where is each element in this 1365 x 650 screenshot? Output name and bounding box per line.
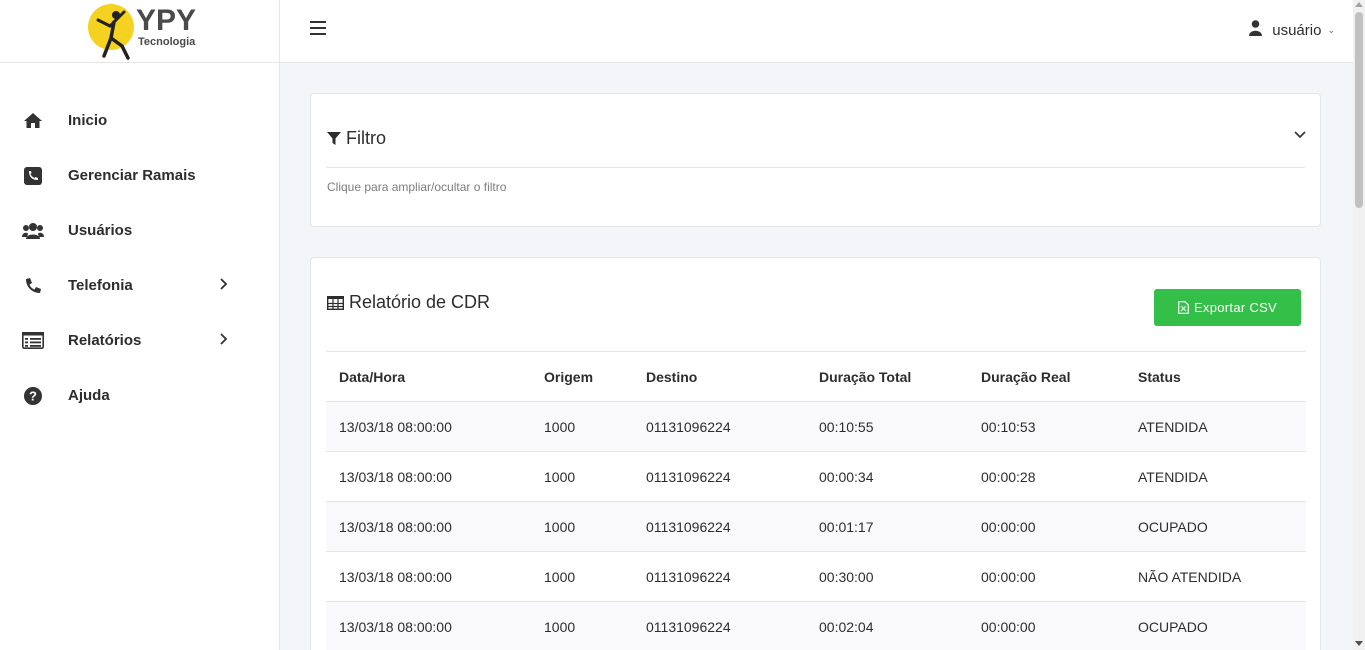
filter-title: Filtro	[346, 128, 386, 148]
chevron-down-icon: ⌄	[1327, 25, 1335, 35]
table-icon	[327, 295, 344, 310]
table-cell: 00:00:00	[968, 501, 1125, 552]
table-cell: 01131096224	[633, 451, 806, 502]
export-csv-label: Exportar CSV	[1193, 300, 1278, 315]
chevron-right-icon	[218, 332, 228, 350]
table-cell: 01131096224	[633, 501, 806, 552]
list-alt-icon	[22, 331, 44, 351]
sidebar: YPY Tecnologia Inicio Gerenciar Ramais U…	[0, 0, 280, 650]
table-cell: 00:30:00	[806, 551, 968, 602]
svg-text:?: ?	[29, 388, 37, 403]
table-header-row: Data/Hora Origem Destino Duração Total D…	[326, 351, 1306, 402]
table-cell: 00:00:00	[968, 551, 1125, 602]
table-cell: 13/03/18 08:00:00	[326, 601, 531, 650]
sidebar-nav: Inicio Gerenciar Ramais Usuários Telefon…	[0, 93, 279, 423]
table-cell: 13/03/18 08:00:00	[326, 501, 531, 552]
filter-hint[interactable]: Clique para ampliar/ocultar o filtro	[327, 180, 506, 194]
scrollbar-thumb[interactable]	[1355, 12, 1363, 208]
table-row[interactable]: 13/03/18 08:00:00 1000 01131096224 00:30…	[326, 551, 1306, 602]
home-icon	[22, 111, 44, 131]
ypy-logo[interactable]: YPY Tecnologia	[88, 4, 203, 60]
column-header[interactable]: Destino	[633, 351, 806, 402]
column-header[interactable]: Duração Real	[968, 351, 1125, 402]
table-cell: 1000	[531, 451, 633, 502]
column-header[interactable]: Data/Hora	[326, 351, 531, 402]
table-cell: 00:10:55	[806, 401, 968, 452]
logo-subtitle: Tecnologia	[138, 36, 196, 48]
page-scrollbar[interactable]	[1353, 0, 1365, 650]
column-header[interactable]: Status	[1125, 351, 1306, 402]
user-menu[interactable]: usuário ⌄	[1249, 20, 1335, 41]
logo-area: YPY Tecnologia	[0, 0, 279, 63]
table-cell: 00:00:00	[968, 601, 1125, 650]
filter-card: Filtro Clique para ampliar/ocultar o fil…	[310, 93, 1321, 227]
table-cell: 01131096224	[633, 601, 806, 650]
phone-icon	[22, 276, 44, 296]
sidebar-item-ajuda[interactable]: ? Ajuda	[0, 368, 279, 423]
table-row[interactable]: 13/03/18 08:00:00 1000 01131096224 00:01…	[326, 501, 1306, 552]
report-title: Relatório de CDR	[349, 292, 491, 312]
cdr-table: Data/Hora Origem Destino Duração Total D…	[326, 351, 1306, 650]
sidebar-item-label: Relatórios	[68, 332, 142, 349]
column-header[interactable]: Origem	[531, 351, 633, 402]
sidebar-item-label: Telefonia	[68, 277, 133, 294]
table-cell: 1000	[531, 401, 633, 452]
table-cell: 00:00:34	[806, 451, 968, 502]
topbar: usuário ⌄	[280, 0, 1353, 63]
sidebar-item-usuarios[interactable]: Usuários	[0, 203, 279, 258]
table-cell: 13/03/18 08:00:00	[326, 451, 531, 502]
hamburger-menu-icon[interactable]	[310, 21, 326, 35]
sidebar-item-relatorios[interactable]: Relatórios	[0, 313, 279, 368]
logo-figure-icon	[96, 10, 130, 60]
table-row[interactable]: 13/03/18 08:00:00 1000 01131096224 00:10…	[326, 401, 1306, 452]
table-cell: OCUPADO	[1125, 601, 1306, 650]
users-icon	[22, 221, 44, 241]
filter-icon	[327, 131, 341, 145]
table-cell: NÃO ATENDIDA	[1125, 551, 1306, 602]
sidebar-item-label: Ajuda	[68, 387, 110, 404]
filter-toggle-chevron-icon[interactable]	[1294, 127, 1306, 145]
sidebar-item-gerenciar-ramais[interactable]: Gerenciar Ramais	[0, 148, 279, 203]
table-cell: 1000	[531, 601, 633, 650]
table-cell: 13/03/18 08:00:00	[326, 401, 531, 452]
sidebar-item-label: Usuários	[68, 222, 133, 239]
phone-square-icon	[22, 166, 44, 186]
table-cell: 13/03/18 08:00:00	[326, 551, 531, 602]
table-cell: 01131096224	[633, 401, 806, 452]
column-header[interactable]: Duração Total	[806, 351, 968, 402]
table-cell: OCUPADO	[1125, 501, 1306, 552]
table-cell: 00:00:28	[968, 451, 1125, 502]
table-row[interactable]: 13/03/18 08:00:00 1000 01131096224 00:00…	[326, 451, 1306, 502]
table-cell: ATENDIDA	[1125, 451, 1306, 502]
table-cell: ATENDIDA	[1125, 401, 1306, 452]
user-icon	[1249, 20, 1263, 41]
filter-header[interactable]: Filtro	[327, 128, 386, 149]
file-excel-icon	[1178, 301, 1189, 314]
chevron-right-icon	[218, 277, 228, 295]
table-cell: 00:02:04	[806, 601, 968, 650]
report-card: Relatório de CDR Exportar CSV Data/Hora …	[310, 257, 1321, 650]
export-csv-button[interactable]: Exportar CSV	[1154, 289, 1301, 326]
table-cell: 1000	[531, 501, 633, 552]
table-cell: 01131096224	[633, 551, 806, 602]
question-circle-icon: ?	[22, 386, 44, 406]
table-cell: 00:10:53	[968, 401, 1125, 452]
sidebar-item-label: Inicio	[68, 112, 108, 129]
table-cell: 1000	[531, 551, 633, 602]
table-cell: 00:01:17	[806, 501, 968, 552]
sidebar-item-inicio[interactable]: Inicio	[0, 93, 279, 148]
report-header: Relatório de CDR	[327, 292, 490, 313]
logo-text: YPY	[136, 4, 197, 37]
sidebar-item-label: Gerenciar Ramais	[68, 167, 196, 184]
table-row[interactable]: 13/03/18 08:00:00 1000 01131096224 00:02…	[326, 601, 1306, 650]
scroll-down-arrow-icon[interactable]	[1355, 641, 1363, 646]
sidebar-item-telefonia[interactable]: Telefonia	[0, 258, 279, 313]
user-name: usuário	[1272, 22, 1322, 39]
divider	[326, 167, 1305, 168]
scroll-up-arrow-icon[interactable]	[1355, 2, 1363, 7]
